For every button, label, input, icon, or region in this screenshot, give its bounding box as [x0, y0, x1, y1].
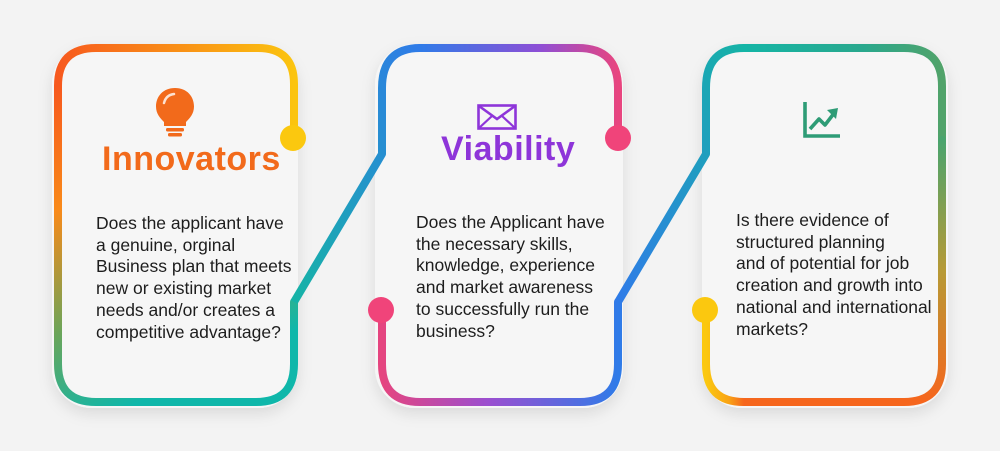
card-1-title: Innovators — [102, 140, 281, 178]
dot-card-3 — [692, 297, 718, 323]
card-1-text: Does the applicant have a genuine, orgin… — [96, 213, 292, 342]
card-3-text: Is there evidence of structured planning… — [736, 210, 932, 339]
card-2-title: Viability — [441, 130, 576, 168]
dot-card-2-top — [605, 125, 631, 151]
dot-card-1 — [280, 125, 306, 151]
card-2-text: Does the Applicant have the necessary sk… — [416, 212, 605, 341]
envelope-icon — [477, 104, 517, 130]
lightbulb-icon — [156, 88, 194, 137]
dot-card-2-bottom — [368, 297, 394, 323]
growth-chart-icon — [803, 102, 840, 138]
